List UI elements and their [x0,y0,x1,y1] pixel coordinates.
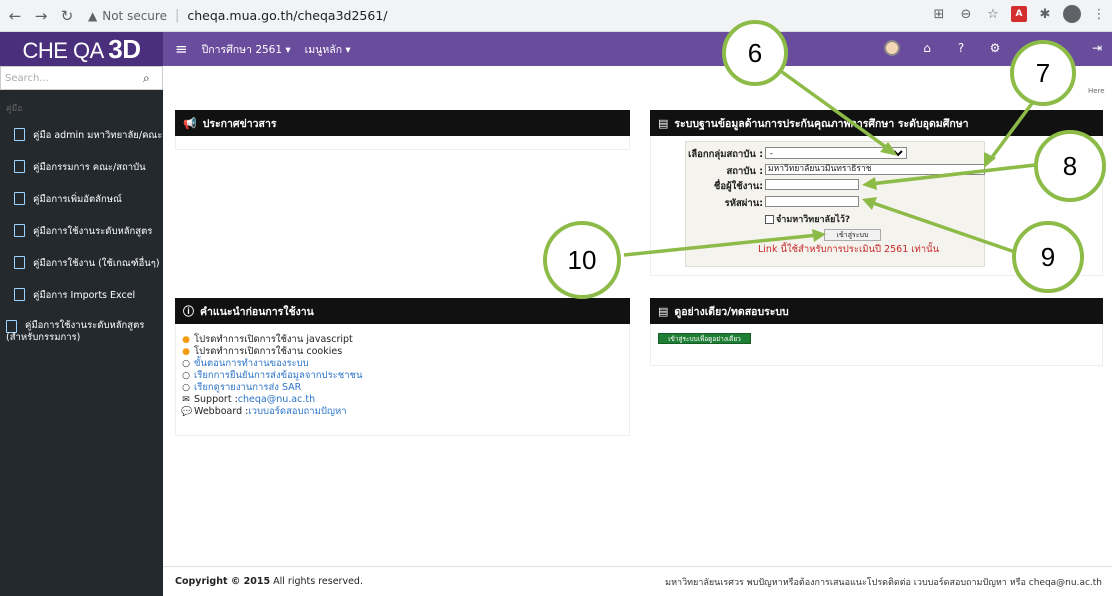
callout-9: 9 [1012,221,1084,293]
callout-6: 6 [722,20,788,86]
annotation-arrows [623,70,1036,257]
arrow-7 [988,100,1035,162]
arrow-9 [869,200,1016,254]
callout-8: 8 [1034,130,1106,202]
callout-7: 7 [1010,40,1076,106]
arrow-8 [869,163,1036,186]
arrow-8-head [862,177,877,190]
arrow-10 [623,233,819,257]
arrow-6 [780,70,892,152]
arrow-10-head [812,229,826,242]
callout-10: 10 [543,221,621,299]
